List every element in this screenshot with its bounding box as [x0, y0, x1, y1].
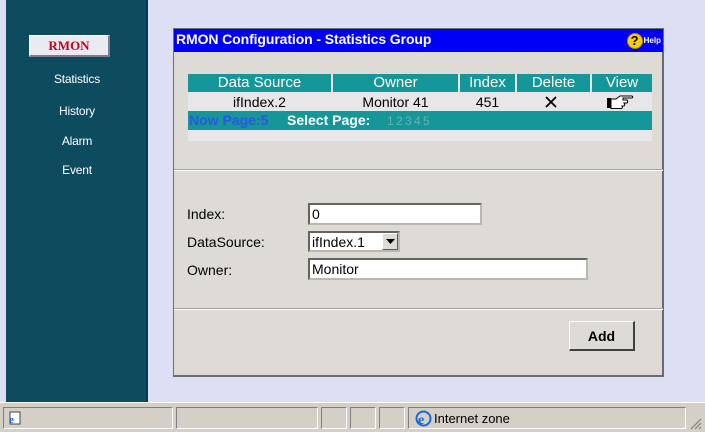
- owner-field[interactable]: [308, 258, 588, 280]
- column-header-index: Index: [460, 74, 515, 92]
- page-link-5[interactable]: 5: [423, 114, 430, 128]
- help-icon: ?: [626, 32, 643, 49]
- sidebar-item-event[interactable]: Event: [6, 163, 148, 177]
- datasource-label: DataSource:: [187, 234, 265, 250]
- datasource-selected-value: ifIndex.1: [312, 234, 365, 250]
- page-link-3[interactable]: 3: [405, 114, 412, 128]
- svg-text:e: e: [418, 413, 424, 427]
- column-header-owner: Owner: [333, 74, 458, 92]
- sidebar-title-rmon[interactable]: RMON: [29, 35, 110, 57]
- configuration-panel: RMON Configuration - Statistics Group ? …: [173, 28, 664, 377]
- panel-title-bar: RMON Configuration - Statistics Group ? …: [174, 29, 663, 52]
- sidebar-item-statistics[interactable]: Statistics: [6, 72, 148, 86]
- dropdown-arrow-button[interactable]: [382, 233, 398, 250]
- help-label: Help: [643, 36, 661, 45]
- column-header-delete: Delete: [517, 74, 590, 92]
- sidebar-item-history[interactable]: History: [6, 104, 148, 118]
- index-label: Index:: [187, 206, 226, 222]
- column-header-view: View: [592, 74, 652, 92]
- table-cell-index: 451: [460, 93, 515, 111]
- chevron-down-icon: [386, 239, 395, 244]
- delete-button[interactable]: [543, 94, 559, 110]
- divider: [174, 308, 663, 310]
- view-button[interactable]: [606, 95, 634, 110]
- table-cell-owner: Monitor 41: [333, 93, 458, 111]
- pager-bar: Now Page:5 Select Page: 1 2 3 4 5: [188, 111, 652, 130]
- x-icon: [543, 94, 559, 110]
- select-page-label: Select Page:: [287, 112, 371, 128]
- page-link-4[interactable]: 4: [414, 114, 421, 128]
- column-header-data-source: Data Source: [188, 74, 331, 92]
- security-zone-label: Internet zone: [434, 411, 510, 426]
- panel-title: RMON Configuration - Statistics Group: [176, 31, 432, 47]
- page-link-2[interactable]: 2: [396, 114, 403, 128]
- owner-label: Owner:: [187, 262, 233, 278]
- internet-zone-icon: e: [415, 410, 432, 427]
- sidebar-item-alarm[interactable]: Alarm: [6, 134, 148, 148]
- divider: [174, 169, 663, 171]
- sidebar: RMON Statistics History Alarm Event: [6, 0, 148, 402]
- current-page-label: Now Page:5: [189, 112, 269, 128]
- status-bar: e e Internet zone: [0, 402, 705, 432]
- help-button[interactable]: ? Help: [626, 32, 661, 49]
- index-field[interactable]: [308, 203, 482, 225]
- add-button[interactable]: Add: [569, 321, 635, 351]
- pointing-hand-icon: [607, 95, 634, 109]
- resize-grip-icon[interactable]: [690, 418, 702, 430]
- table-cell-data-source: ifIndex.2: [188, 93, 331, 111]
- page-link-1[interactable]: 1: [387, 114, 394, 128]
- datasource-select[interactable]: ifIndex.1: [308, 231, 400, 252]
- statistics-table: Data Source Owner Index Delete View ifIn…: [188, 74, 652, 141]
